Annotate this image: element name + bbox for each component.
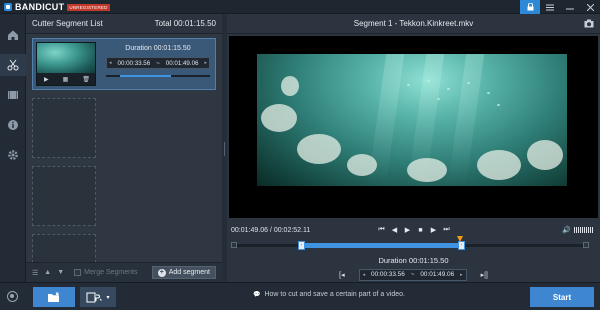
encoding-icon — [86, 292, 103, 302]
add-segment-button[interactable]: + Add segment — [151, 266, 216, 279]
move-up-icon[interactable]: ▲ — [44, 269, 51, 276]
info-icon[interactable] — [0, 114, 26, 136]
segment-duration: Duration 00:01:15.50 — [125, 45, 191, 52]
segment-list-title: Cutter Segment List — [32, 19, 103, 28]
unregistered-badge: UNREGISTERED — [67, 3, 110, 11]
segment-time-range[interactable]: ◂ 00:00:33.56 ~ 00:01:49.06 ▸ — [106, 57, 210, 69]
film-icon[interactable] — [0, 84, 26, 106]
play-icon[interactable]: ▶ — [44, 76, 49, 83]
move-down-icon[interactable]: ▼ — [57, 269, 64, 276]
lock-icon[interactable] — [520, 0, 540, 14]
timeline-start-handle[interactable] — [231, 242, 237, 248]
segment-thumbnail: ▶ ▦ 🗑 — [36, 42, 96, 86]
increase-icon[interactable]: ▸ — [204, 60, 207, 66]
speaker-icon[interactable]: 🔊 — [562, 226, 571, 234]
empty-segment-slot — [32, 98, 96, 158]
segment-list-footer: ☰ ▲ ▼ Merge Segments + Add segment — [26, 262, 222, 282]
app-logo: BANDICUT UNREGISTERED — [4, 2, 110, 12]
segment-card[interactable]: ▶ ▦ 🗑 Duration 00:01:15.50 ◂ 00:00:33.56… — [32, 38, 216, 90]
go-start-icon[interactable]: [◂ — [339, 271, 344, 279]
player-end-time[interactable]: 00:01:49.06 — [420, 271, 454, 278]
delete-icon[interactable]: 🗑 — [82, 76, 90, 83]
player-time-range-row: [◂ ◂ 00:00:33.56 ~ 00:01:49.06 ▸ ▸|] — [227, 268, 600, 281]
selection-start-handle[interactable]: › — [298, 241, 305, 250]
left-sidebar — [0, 14, 26, 310]
merge-segments-checkbox[interactable]: Merge Segments — [74, 269, 137, 276]
segment-list-panel: Cutter Segment List Total 00:01:15.50 ▶ … — [26, 14, 222, 282]
chat-icon: 💬 — [253, 292, 261, 298]
logo-text: BANDICUT — [15, 2, 65, 12]
selection-end-handle[interactable]: ‹ — [458, 241, 465, 250]
open-file-button[interactable] — [33, 287, 75, 307]
segment-progress — [106, 75, 210, 77]
title-bar: BANDICUT UNREGISTERED — [0, 0, 600, 14]
chevron-down-icon[interactable]: ▾ — [106, 294, 109, 301]
stop-icon[interactable]: ■ — [414, 224, 427, 236]
segment-total: Total 00:01:15.50 — [154, 19, 216, 28]
player-time-range[interactable]: ◂ 00:00:33.56 ~ 00:01:49.06 ▸ — [358, 268, 467, 281]
playback-row: 00:01:49.06 / 00:02:52.11 ⏮ ◀ ▶ ■ ▶ ⏭ 🔊 — [231, 224, 596, 236]
logo-icon — [4, 3, 12, 11]
go-end-icon[interactable]: ▸|] — [481, 271, 488, 279]
timeline-selection[interactable] — [301, 243, 461, 248]
volume-bars[interactable] — [574, 227, 594, 233]
set-end-icon[interactable]: ⏭ — [440, 224, 453, 236]
increase-icon[interactable]: ▸ — [460, 272, 463, 278]
video-frame — [257, 54, 567, 186]
cut-timeline[interactable]: › ‹ — [231, 236, 596, 250]
settings-icon[interactable] — [0, 144, 26, 166]
bottom-bar: ▾ 💬 How to cut and save a certain part o… — [0, 282, 600, 310]
segment-end-time[interactable]: 00:01:49.06 — [166, 60, 199, 67]
empty-segment-slot — [32, 166, 96, 226]
step-forward-icon[interactable]: ▶ — [427, 224, 440, 236]
decrease-icon[interactable]: ◂ — [109, 60, 112, 66]
camera-icon[interactable] — [584, 19, 594, 28]
playback-controls: ⏮ ◀ ▶ ■ ▶ ⏭ — [375, 224, 453, 236]
menu-icon[interactable] — [540, 0, 560, 14]
list-icon[interactable]: ☰ — [32, 269, 38, 277]
timeline-end-handle[interactable] — [583, 242, 589, 248]
minimize-icon[interactable] — [560, 0, 580, 14]
grid-icon[interactable]: ▦ — [63, 76, 69, 83]
start-button[interactable]: Start — [530, 287, 594, 307]
volume-control[interactable]: 🔊 — [562, 226, 594, 234]
player-title: Segment 1 - Tekkon.Kinkreet.mkv — [353, 19, 474, 28]
video-preview[interactable] — [229, 36, 598, 218]
play-icon[interactable]: ▶ — [401, 224, 414, 236]
cut-icon[interactable] — [0, 54, 26, 76]
segment-list: ▶ ▦ 🗑 Duration 00:01:15.50 ◂ 00:00:33.56… — [32, 38, 216, 274]
set-start-icon[interactable]: ⏮ — [375, 224, 388, 236]
output-mode-button[interactable]: ▾ — [80, 287, 116, 307]
close-icon[interactable] — [580, 0, 600, 14]
playback-position: 00:01:49.06 / 00:02:52.11 — [231, 226, 311, 234]
record-icon[interactable] — [7, 291, 18, 302]
player-header: Segment 1 - Tekkon.Kinkreet.mkv — [227, 14, 600, 34]
help-hint[interactable]: 💬 How to cut and save a certain part of … — [253, 291, 405, 298]
decrease-icon[interactable]: ◂ — [363, 272, 366, 278]
segment-start-time[interactable]: 00:00:33.56 — [118, 60, 151, 67]
plus-icon: + — [157, 268, 166, 277]
player-panel: Segment 1 - Tekkon.Kinkreet.mkv 00:01:49… — [227, 14, 600, 282]
home-icon[interactable] — [0, 24, 26, 46]
segment-list-header: Cutter Segment List Total 00:01:15.50 — [26, 14, 222, 34]
folder-icon — [48, 291, 59, 302]
player-start-time[interactable]: 00:00:33.56 — [371, 271, 405, 278]
segment-progress-fill — [120, 75, 172, 77]
player-duration: Duration 00:01:15.50 — [378, 256, 449, 265]
step-back-icon[interactable]: ◀ — [388, 224, 401, 236]
